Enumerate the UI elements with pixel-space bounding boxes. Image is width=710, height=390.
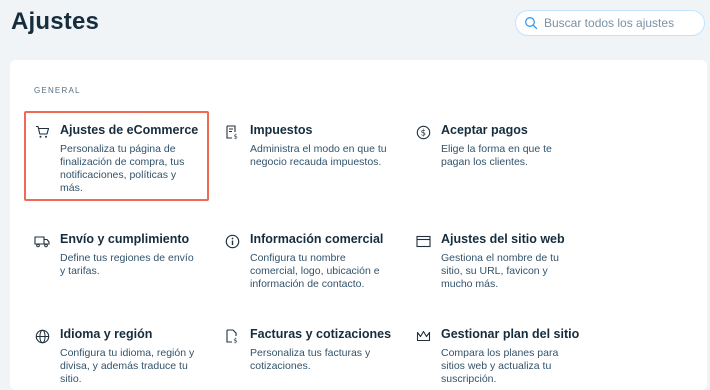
item-title: Facturas y cotizaciones — [250, 327, 392, 341]
settings-card: GENERAL Ajustes de eCommerce Personaliza… — [10, 60, 707, 390]
item-title: Envío y cumplimiento — [60, 232, 190, 246]
invoice-icon: $ — [224, 328, 240, 344]
crown-icon — [415, 328, 431, 344]
item-title: Idioma y región — [60, 327, 153, 341]
search-box[interactable] — [515, 10, 705, 36]
item-title: Ajustes del sitio web — [441, 232, 565, 246]
item-title: Ajustes de eCommerce — [60, 123, 199, 137]
item-title: Aceptar pagos — [441, 123, 528, 137]
cart-icon — [34, 124, 50, 140]
dollar-circle-icon: $ — [415, 124, 431, 140]
info-icon — [224, 233, 240, 249]
item-description: Administra el modo en que tu negocio rec… — [250, 143, 387, 168]
item-title: Información comercial — [250, 232, 384, 246]
tax-receipt-icon: $ — [224, 124, 240, 140]
search-icon — [525, 17, 538, 30]
search-input[interactable] — [544, 16, 694, 30]
browser-window-icon — [415, 233, 431, 249]
item-title: Impuestos — [250, 123, 313, 137]
item-description: Personaliza tu página de finalización de… — [60, 143, 185, 194]
item-description: Gestiona el nombre de tu sitio, su URL, … — [441, 252, 559, 290]
item-description: Personaliza tus facturas y cotizaciones. — [250, 347, 371, 372]
page-title: Ajustes — [11, 8, 100, 35]
item-description: Define tus regiones de envío y tarifas. — [60, 252, 194, 277]
svg-text:$: $ — [420, 128, 425, 138]
section-label: GENERAL — [34, 86, 81, 95]
item-description: Configura tu nombre comercial, logo, ubi… — [250, 252, 380, 290]
svg-text:$: $ — [234, 132, 238, 140]
item-description: Compara los planes para sitios web y act… — [441, 347, 559, 385]
item-title: Gestionar plan del sitio — [441, 327, 580, 341]
item-description: Configura tu idioma, región y divisa, y … — [60, 347, 195, 385]
globe-icon — [34, 328, 50, 344]
truck-icon — [34, 233, 50, 249]
item-description: Elige la forma en que te pagan los clien… — [441, 143, 552, 168]
svg-text:$: $ — [233, 336, 237, 344]
